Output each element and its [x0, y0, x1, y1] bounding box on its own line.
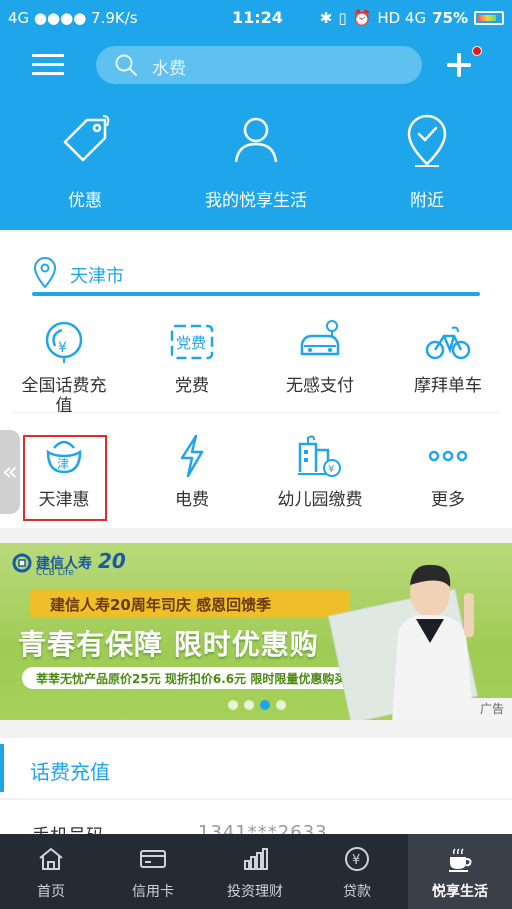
top-nav-label: 我的悦享生活 — [205, 191, 307, 211]
banner-dot[interactable] — [228, 700, 238, 710]
location-underline — [32, 292, 480, 296]
service-grid: ¥ 全国话费充值 党费 党费 无感支付 摩拜单车 津 天津惠 电费 ¥ 幼儿园缴… — [0, 302, 512, 528]
grid-divider — [12, 412, 500, 413]
party-fee-icon: 党费 — [170, 324, 214, 360]
tab-label: 贷款 — [343, 884, 371, 900]
ad-label: 广告 — [472, 698, 512, 720]
top-nav-nearby[interactable]: 附近 — [342, 112, 512, 211]
tab-joy-life[interactable]: 悦享生活 — [408, 834, 512, 909]
recharge-section: 话费充值 — [0, 738, 512, 798]
recharge-title: 话费充值 — [30, 760, 110, 784]
menu-icon[interactable] — [32, 54, 64, 76]
signal-label: HD 4G — [377, 9, 427, 27]
home-icon — [39, 847, 63, 870]
section-accent-bar — [0, 744, 4, 792]
banner-pagination[interactable] — [228, 700, 286, 710]
search-icon — [115, 54, 137, 76]
top-nav-my-life[interactable]: 我的悦享生活 — [171, 112, 341, 211]
car-pay-icon — [300, 320, 340, 356]
top-nav-label: 优惠 — [68, 191, 102, 211]
highlight-box — [23, 435, 107, 521]
tab-investment[interactable]: 投资理财 — [204, 834, 306, 909]
add-button[interactable] — [444, 46, 482, 80]
bike-icon — [425, 326, 471, 360]
tag-icon — [63, 115, 110, 162]
header-area: 4G ●●●● 7.9K/s 11:24 ✱ ▯ ⏰ HD 4G 75% 水费 — [0, 0, 512, 230]
top-nav-label: 附近 — [410, 191, 444, 211]
bar-chart-icon — [244, 848, 268, 870]
svg-text:党费: 党费 — [176, 334, 206, 352]
battery-icon — [474, 11, 504, 25]
service-label: 党费 — [175, 376, 209, 396]
banner-anniversary: 20 — [98, 549, 126, 573]
tab-label: 悦享生活 — [432, 884, 488, 900]
service-phone-recharge[interactable]: ¥ 全国话费充值 — [0, 318, 128, 416]
service-label: 电费 — [175, 490, 209, 510]
city-name: 天津市 — [70, 266, 124, 287]
service-label: 摩拜单车 — [414, 376, 482, 396]
banner-subline: 莘莘无忧产品原价25元 现折扣价6.6元 限时限量优惠购买 — [36, 672, 347, 686]
banner-dot[interactable] — [276, 700, 286, 710]
notification-dot — [472, 46, 482, 56]
banner-person-image — [392, 564, 474, 720]
yen-icon: ¥ — [345, 847, 369, 871]
service-kindergarten[interactable]: ¥ 幼儿园缴费 — [256, 432, 384, 510]
service-label: 更多 — [431, 490, 465, 510]
side-expand-handle[interactable]: « — [0, 430, 20, 514]
banner-brand-sub: CCB Life — [36, 568, 74, 578]
status-bar: 4G ●●●● 7.9K/s 11:24 ✱ ▯ ⏰ HD 4G 75% — [0, 0, 512, 34]
banner-dot[interactable] — [244, 700, 254, 710]
service-mobike[interactable]: 摩拜单车 — [384, 318, 512, 396]
service-electricity[interactable]: 电费 — [128, 432, 256, 510]
banner-ribbon: 建信人寿20周年司庆 感恩回馈季 — [30, 590, 350, 618]
lightning-icon — [180, 434, 204, 478]
search-row: 水费 — [0, 44, 512, 86]
service-label: 幼儿园缴费 — [277, 490, 363, 510]
status-icons: ✱ ▯ ⏰ HD 4G 75% — [320, 9, 504, 27]
more-icon — [428, 450, 468, 462]
location-pin-icon — [33, 257, 57, 289]
service-label: 无感支付 — [286, 376, 354, 396]
service-party-fee[interactable]: 党费 党费 — [128, 318, 256, 396]
credit-card-icon — [140, 850, 166, 868]
coffee-cup-icon — [449, 848, 472, 872]
tab-loan[interactable]: ¥ 贷款 — [306, 834, 408, 909]
svg-text:¥: ¥ — [328, 464, 334, 475]
tab-label: 首页 — [37, 884, 65, 900]
service-more[interactable]: 更多 — [384, 432, 512, 510]
alarm-icon: ⏰ — [352, 9, 372, 27]
battery-percent: 75% — [432, 9, 468, 27]
top-nav: 优惠 我的悦享生活 附近 — [0, 112, 512, 222]
bluetooth-icon: ✱ — [319, 9, 333, 27]
ccb-life-logo-icon — [12, 553, 32, 573]
service-label: 全国话费充值 — [21, 376, 107, 416]
svg-text:¥: ¥ — [352, 853, 360, 868]
vibrate-icon: ▯ — [338, 9, 347, 27]
search-placeholder: 水费 — [152, 59, 186, 79]
person-icon — [234, 117, 278, 163]
tab-label: 投资理财 — [227, 884, 283, 900]
clock: 11:24 — [232, 8, 283, 27]
bottom-nav: 首页 信用卡 投资理财 ¥ 贷款 悦享生活 — [0, 834, 512, 909]
banner-headline: 青春有保障 限时优惠购 — [18, 628, 319, 661]
network-status: 4G ●●●● 7.9K/s — [8, 9, 138, 27]
banner-subbar: 莘莘无忧产品原价25元 现折扣价6.6元 限时限量优惠购买 — [22, 667, 376, 689]
kindergarten-icon: ¥ — [298, 435, 341, 477]
tab-credit-card[interactable]: 信用卡 — [102, 834, 204, 909]
location-bar[interactable]: 天津市 — [0, 232, 512, 302]
location-check-icon — [407, 114, 447, 167]
top-nav-discount[interactable]: 优惠 — [0, 112, 170, 211]
search-input[interactable]: 水费 — [96, 46, 422, 84]
ad-banner[interactable]: 建信人寿 CCB Life 20 建信人寿20周年司庆 感恩回馈季 青春有保障 … — [0, 543, 512, 720]
banner-ribbon-text: 建信人寿20周年司庆 感恩回馈季 — [50, 596, 272, 614]
tab-label: 信用卡 — [132, 884, 174, 900]
tab-home[interactable]: 首页 — [0, 834, 102, 909]
phone-recharge-icon: ¥ — [45, 321, 83, 363]
banner-dot-active[interactable] — [260, 700, 270, 710]
svg-text:¥: ¥ — [58, 340, 67, 356]
service-car-pay[interactable]: 无感支付 — [256, 318, 384, 396]
